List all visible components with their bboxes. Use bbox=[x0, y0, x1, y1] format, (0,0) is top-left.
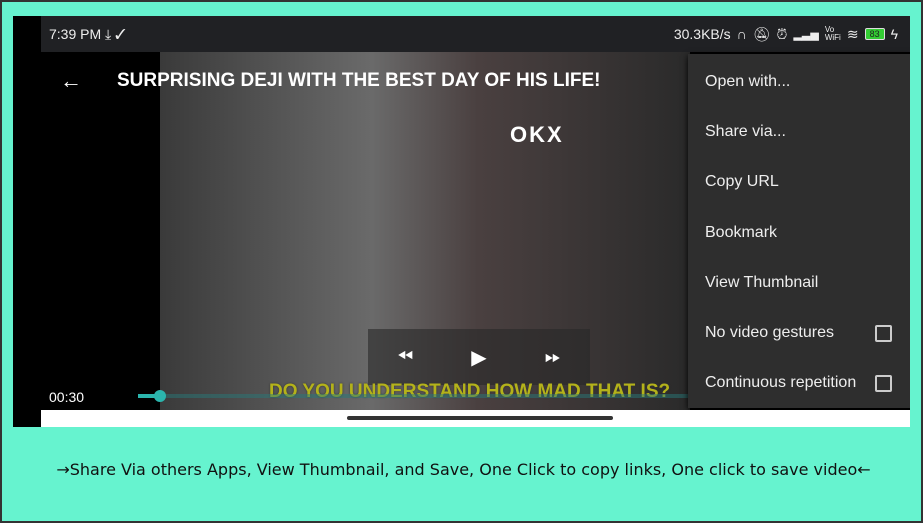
menu-label: Share via... bbox=[705, 123, 786, 141]
overflow-menu: Open with... Share via... Copy URL Bookm… bbox=[688, 54, 910, 408]
menu-item-open-with[interactable]: Open with... bbox=[688, 57, 910, 107]
mute-icon: 🔕︎ bbox=[752, 25, 771, 42]
checkbox[interactable] bbox=[875, 324, 892, 342]
menu-label: Copy URL bbox=[705, 173, 779, 191]
battery-icon: 83 bbox=[864, 28, 885, 40]
caption: →Share Via others Apps, View Thumbnail, … bbox=[56, 460, 871, 479]
alarm-icon: ⏰︎ bbox=[776, 25, 788, 42]
back-arrow-icon[interactable]: ← bbox=[41, 68, 101, 94]
status-bar: 7:39 PM ⤓ ✓ 30.3KB/s ∩ 🔕︎ ⏰︎ ▂▃▅ Vo WiFi… bbox=[41, 16, 910, 52]
menu-item-bookmark[interactable]: Bookmark bbox=[688, 208, 910, 258]
charging-icon: ϟ bbox=[890, 26, 898, 42]
menu-label: View Thumbnail bbox=[705, 273, 819, 291]
playback-controls: ⏪︎ ▶ ⏩︎ bbox=[368, 329, 590, 385]
watermark-logo: OKX bbox=[510, 122, 564, 147]
clock: 7:39 PM bbox=[49, 25, 102, 42]
seek-bar[interactable] bbox=[138, 390, 688, 402]
wifi-icon: ≋ bbox=[846, 25, 859, 42]
menu-item-copy-url[interactable]: Copy URL bbox=[688, 157, 910, 207]
phone-screen: 7:39 PM ⤓ ✓ 30.3KB/s ∩ 🔕︎ ⏰︎ ▂▃▅ Vo WiFi… bbox=[13, 16, 910, 427]
signal-icon: ▂▃▅ bbox=[793, 28, 819, 41]
play-icon[interactable]: ▶ bbox=[471, 345, 486, 370]
current-time: 00:30 bbox=[49, 389, 85, 405]
menu-label: Bookmark bbox=[705, 223, 778, 241]
menu-item-view-thumbnail[interactable]: View Thumbnail bbox=[688, 258, 910, 308]
menu-label: Continuous repetition bbox=[705, 374, 857, 392]
rewind-icon[interactable]: ⏪︎ bbox=[397, 346, 413, 369]
player-header: ← SURPRISING DEJI WITH THE BEST DAY OF H… bbox=[41, 52, 701, 110]
menu-item-continuous-repetition[interactable]: Continuous repetition bbox=[688, 358, 910, 408]
navigation-bar bbox=[41, 410, 910, 427]
menu-item-share-via[interactable]: Share via... bbox=[688, 107, 910, 157]
menu-label: Open with... bbox=[705, 73, 791, 91]
checkbox[interactable] bbox=[875, 374, 892, 392]
subtitle-text: DO YOU UNDERSTAND HOW MAD THAT IS? bbox=[269, 381, 671, 402]
seek-handle[interactable] bbox=[154, 390, 166, 402]
home-gesture-handle[interactable] bbox=[347, 416, 613, 420]
headset-icon: ∩ bbox=[736, 26, 747, 42]
vowifi-icon: Vo WiFi bbox=[824, 25, 841, 42]
menu-item-no-video-gestures[interactable]: No video gestures bbox=[688, 308, 910, 358]
fast-forward-icon[interactable]: ⏩︎ bbox=[545, 346, 561, 369]
menu-label: No video gestures bbox=[705, 324, 834, 342]
network-speed: 30.3KB/s bbox=[673, 26, 731, 42]
video-title: SURPRISING DEJI WITH THE BEST DAY OF HIS… bbox=[117, 70, 601, 91]
download-icon: ⤓ bbox=[105, 25, 112, 42]
check-icon: ✓ bbox=[115, 25, 126, 42]
